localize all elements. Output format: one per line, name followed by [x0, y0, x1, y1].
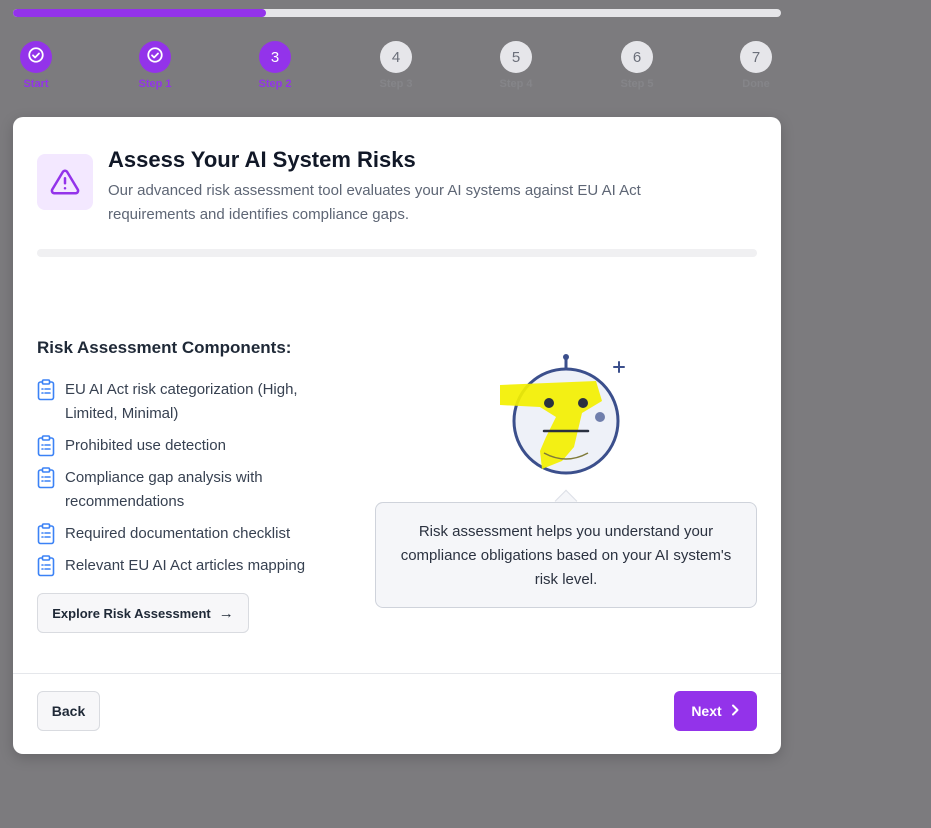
stepper: Start Step 1 3 Step 2 4 Step 3 5 Step 4 … [0, 40, 931, 100]
components-list: EU AI Act risk categorization (High, Lim… [37, 378, 337, 586]
step-number: 7 [751, 48, 761, 66]
step-number: 3 [270, 48, 280, 66]
explore-risk-assessment-button[interactable]: Explore Risk Assessment → [37, 593, 249, 633]
back-button-label: Back [51, 703, 86, 719]
chevron-right-icon [730, 703, 740, 719]
step-number: 6 [632, 48, 642, 66]
clipboard-list-icon [37, 435, 55, 457]
step-start[interactable]: Start [6, 40, 66, 90]
step-circle: 7 [740, 41, 772, 73]
step-label: Step 5 [620, 78, 654, 90]
component-text: Required documentation checklist [65, 525, 291, 542]
check-circle-icon [147, 47, 163, 63]
step-label: Done [742, 78, 770, 90]
step-number: 4 [391, 48, 401, 66]
step-circle: 6 [621, 41, 653, 73]
info-callout-text: Risk assessment helps you understand you… [400, 523, 732, 588]
component-text: Prohibited use detection [65, 437, 226, 454]
step-label: Step 1 [138, 78, 172, 90]
step-2[interactable]: 3 Step 2 [245, 40, 305, 90]
card-title: Assess Your AI System Risks [108, 147, 416, 172]
step-label: Step 4 [499, 78, 533, 90]
check-circle-icon [28, 47, 44, 63]
arrow-right-icon: → [218, 604, 234, 622]
step-circle [139, 41, 171, 73]
section-title: Risk Assessment Components: [37, 338, 292, 357]
clipboard-list-icon [37, 467, 55, 489]
step-1[interactable]: Step 1 [125, 40, 185, 90]
step-5[interactable]: 6 Step 5 [607, 40, 667, 90]
card-description: Our advanced risk assessment tool evalua… [108, 182, 641, 223]
list-item: Required documentation checklist [37, 522, 337, 546]
component-text: Compliance gap analysis with recommendat… [65, 469, 263, 510]
mascot-illustration [500, 354, 625, 475]
step-circle: 5 [500, 41, 532, 73]
card-footer: Back Next [13, 673, 781, 754]
back-button[interactable]: Back [37, 691, 100, 731]
step-label: Step 3 [379, 78, 413, 90]
info-callout: Risk assessment helps you understand you… [375, 502, 757, 608]
step-label: Start [23, 78, 49, 90]
step-label: Step 2 [258, 78, 292, 90]
inner-progress-track [37, 249, 757, 257]
step-done[interactable]: 7 Done [726, 40, 786, 90]
next-button[interactable]: Next [674, 691, 757, 731]
component-text: Relevant EU AI Act articles mapping [65, 557, 306, 574]
step-number: 5 [511, 48, 521, 66]
onboarding-progress-bar [13, 9, 781, 17]
list-item: EU AI Act risk categorization (High, Lim… [37, 378, 337, 426]
clipboard-list-icon [37, 379, 55, 401]
list-item: Prohibited use detection [37, 434, 337, 458]
list-item: Compliance gap analysis with recommendat… [37, 466, 337, 514]
warning-triangle-icon [50, 169, 80, 195]
component-text: EU AI Act risk categorization (High, Lim… [65, 381, 298, 422]
header-icon-box [37, 154, 93, 210]
clipboard-list-icon [37, 523, 55, 545]
risk-assessment-card: Assess Your AI System Risks Our advanced… [13, 117, 781, 754]
step-circle: 3 [259, 41, 291, 73]
explore-button-label: Explore Risk Assessment [52, 605, 211, 621]
step-circle [20, 41, 52, 73]
next-button-label: Next [691, 703, 722, 719]
onboarding-progress-fill [13, 9, 267, 17]
step-4[interactable]: 5 Step 4 [486, 40, 546, 90]
step-circle: 4 [380, 41, 412, 73]
list-item: Relevant EU AI Act articles mapping [37, 554, 337, 578]
clipboard-list-icon [37, 555, 55, 577]
step-3[interactable]: 4 Step 3 [366, 40, 426, 90]
